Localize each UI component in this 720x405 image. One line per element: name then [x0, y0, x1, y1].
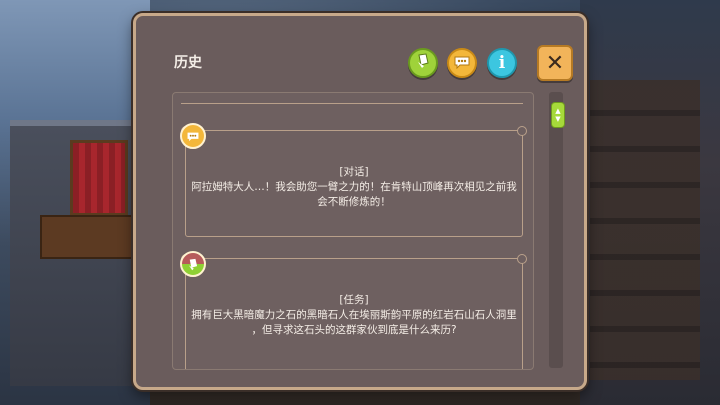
history-panel: 历史 i ✕ [对话] 阿拉姆特大人…！我会助您一臂之力的！在肯特山顶峰再次相见… [133, 13, 587, 390]
frame-divider [181, 103, 523, 118]
scrollbar-track[interactable] [549, 92, 563, 368]
background-shelf [590, 80, 700, 380]
list-item: [对话] 阿拉姆特大人…！我会助您一臂之力的！在肯特山顶峰再次相见之前我 会不断… [181, 126, 527, 237]
close-button[interactable]: ✕ [537, 45, 573, 81]
entry-tag: [任务] [339, 294, 369, 306]
info-icon: i [498, 53, 506, 73]
entry-line: ，但寻求这石头的这群家伙到底是什么来历? [251, 324, 457, 336]
info-button[interactable]: i [487, 48, 517, 78]
quest-icon [416, 53, 430, 73]
dialog-filter-button[interactable] [447, 48, 477, 78]
entry-line: 阿拉姆特大人…！我会助您一臂之力的！在肯特山顶峰再次相见之前我 [191, 181, 517, 193]
history-list: [对话] 阿拉姆特大人…！我会助您一臂之力的！在肯特山顶峰再次相见之前我 会不断… [172, 92, 534, 370]
entry-line: 拥有巨大黑暗魔力之石的黑暗石人在埃丽斯韵平原的红岩石山石人洞里 [191, 309, 517, 321]
quest-entry-icon [180, 251, 206, 277]
quest-filter-button[interactable] [408, 48, 438, 78]
scrollbar-thumb[interactable]: ▲ ▼ [551, 102, 565, 128]
entry-line: 会不断修炼的！ [317, 196, 391, 208]
entry-text: [对话] 阿拉姆特大人…！我会助您一臂之力的！在肯特山顶峰再次相见之前我 会不断… [186, 165, 522, 210]
panel-title: 历史 [174, 55, 202, 71]
scroll-up-icon: ▲ [555, 107, 561, 115]
entry-text: [任务] 拥有巨大黑暗魔力之石的黑暗石人在埃丽斯韵平原的红岩石山石人洞里 ，但寻… [186, 293, 522, 338]
dialog-entry-icon [180, 123, 206, 149]
dialog-icon [453, 54, 471, 73]
entry-tag: [对话] [339, 166, 369, 178]
close-icon: ✕ [545, 50, 565, 76]
background-table [40, 215, 139, 259]
scroll-down-icon: ▼ [555, 115, 561, 123]
list-item: [任务] 拥有巨大黑暗魔力之石的黑暗石人在埃丽斯韵平原的红岩石山石人洞里 ，但寻… [181, 254, 527, 369]
background-curtain [70, 140, 128, 216]
